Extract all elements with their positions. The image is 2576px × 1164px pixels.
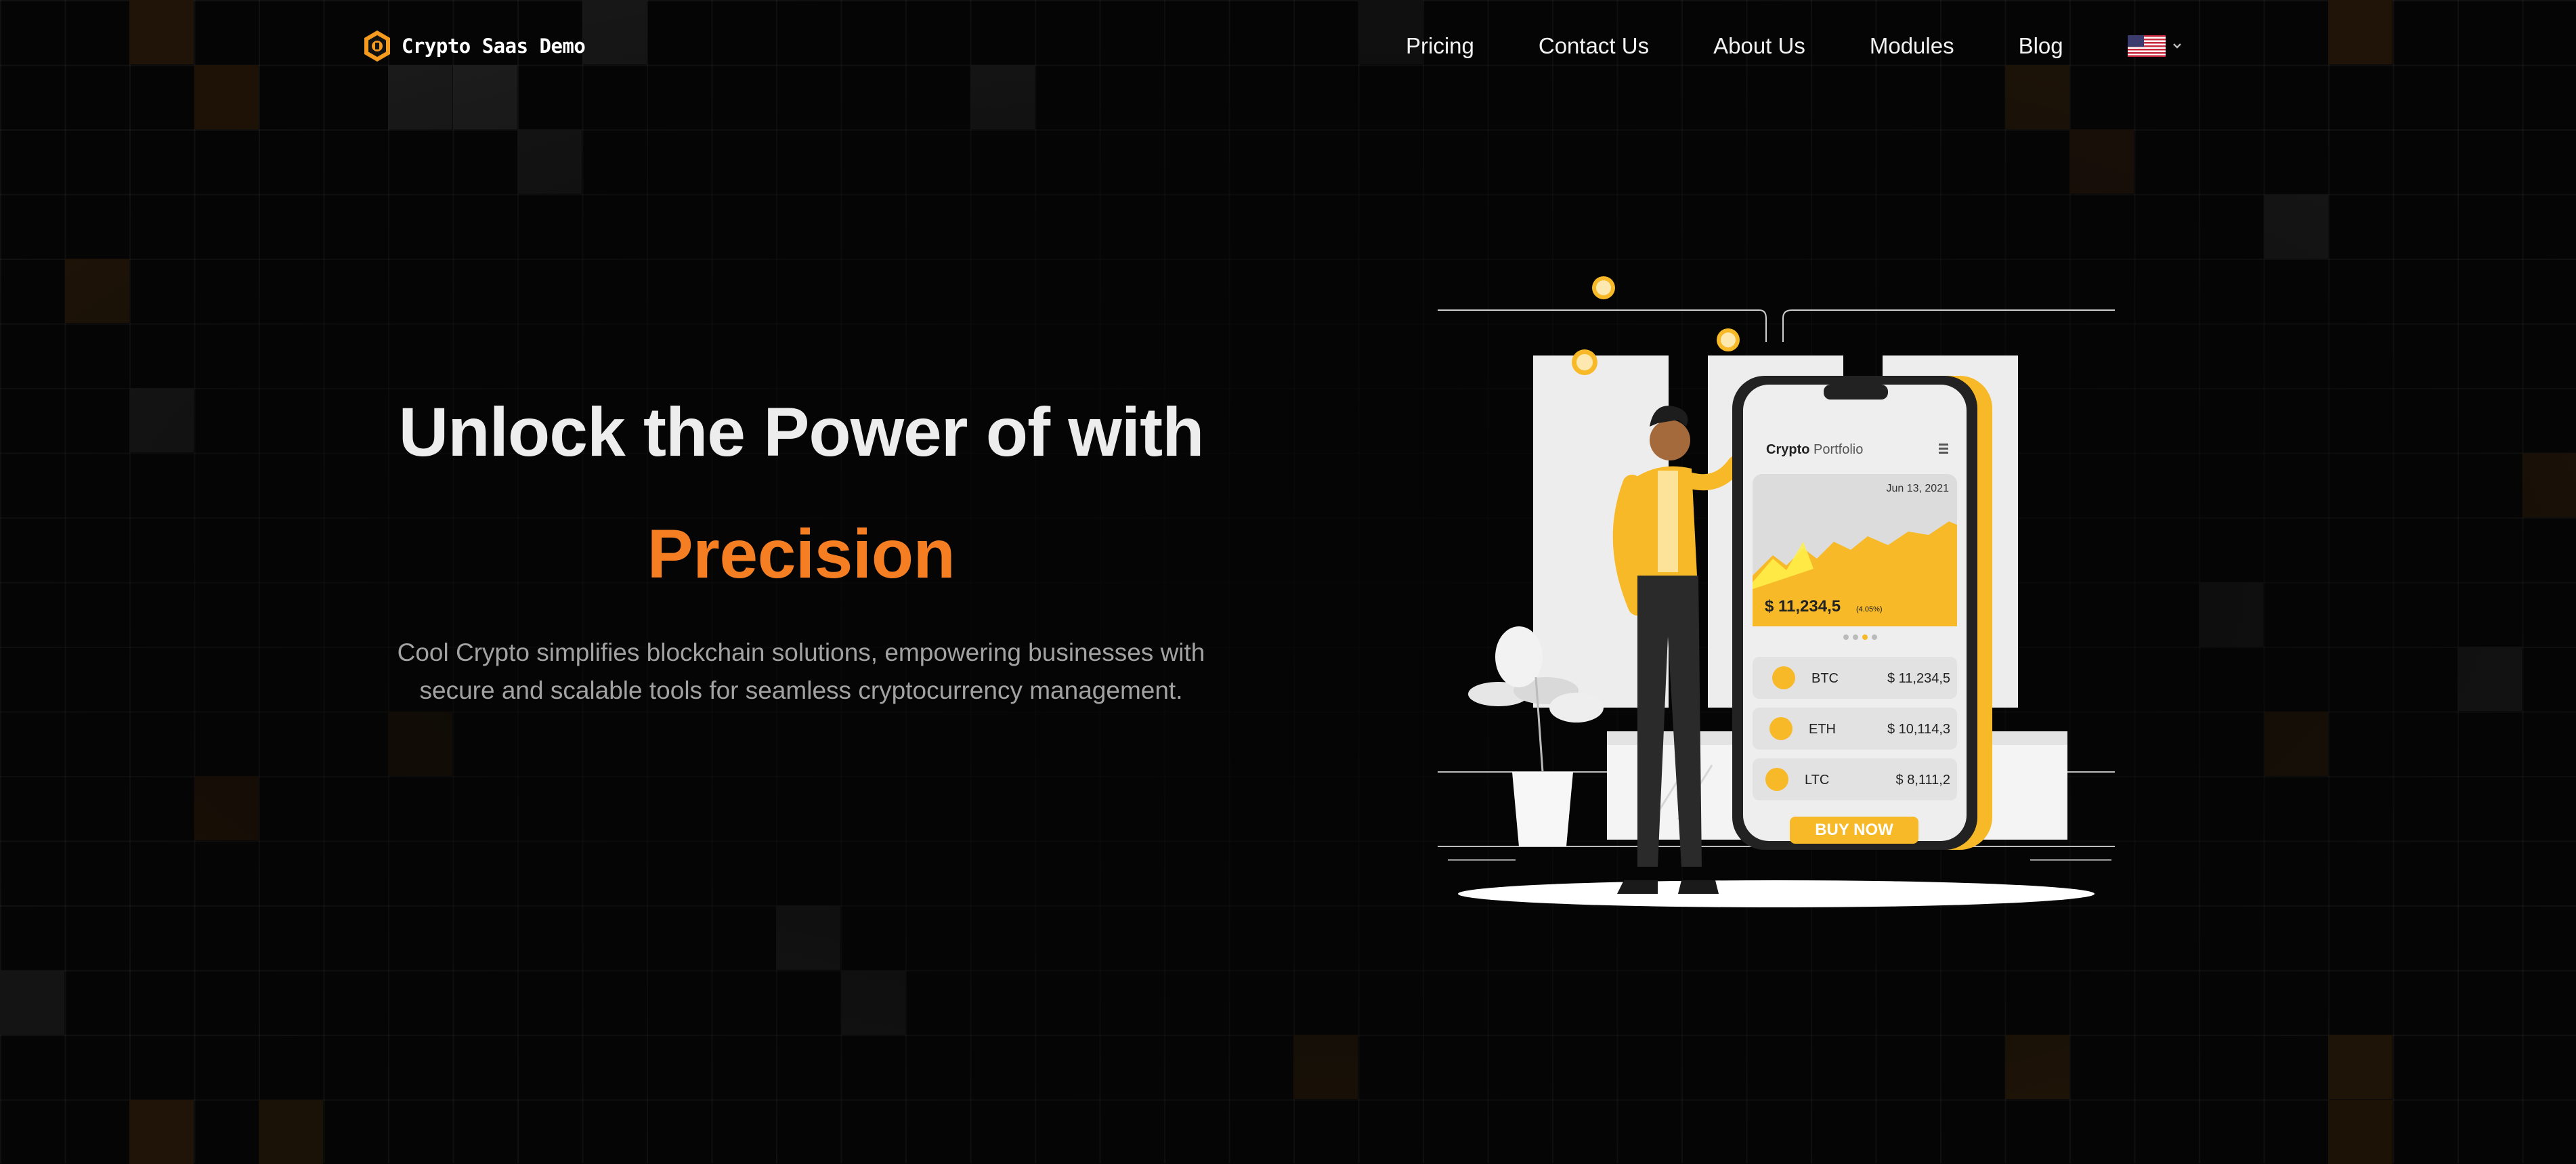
- coin-symbol-eth: ETH: [1809, 722, 1836, 737]
- hexagon-coin-icon: [362, 29, 392, 63]
- nav-link-blog[interactable]: Blog: [2019, 30, 2063, 62]
- coin-symbol-btc: BTC: [1811, 671, 1839, 686]
- coin-price-ltc: $ 8,111,2: [1896, 773, 1950, 788]
- nav-link-pricing[interactable]: Pricing: [1406, 30, 1474, 62]
- hero-accent-word: Precision: [203, 506, 1399, 601]
- chevron-down-icon: [2171, 41, 2183, 51]
- hero-subtitle: Cool Crypto simplifies blockchain soluti…: [352, 634, 1250, 710]
- coin-price-btc: $ 11,234,5: [1887, 671, 1950, 686]
- us-flag-icon: [2128, 35, 2166, 57]
- nav-link-modules[interactable]: Modules: [1870, 30, 1954, 62]
- coin-price-eth: $ 10,114,3: [1887, 722, 1950, 737]
- floor-shadow: [1458, 880, 2095, 907]
- brand-logo-link[interactable]: Crypto Saas Demo: [362, 28, 585, 64]
- hero-subtitle-line2: secure and scalable tools for seamless c…: [420, 676, 1183, 704]
- app-title: Portfolio: [1813, 442, 1863, 457]
- main-nav: Pricing Contact Us About Us Modules Blog: [1406, 30, 2183, 62]
- balance-value: $ 11,234,5: [1765, 597, 1841, 616]
- nav-link-contact-us[interactable]: Contact Us: [1539, 30, 1649, 62]
- buy-now-label: BUY NOW: [1815, 821, 1893, 839]
- hero-title: Unlock the Power of with: [203, 385, 1399, 479]
- nav-link-about-us[interactable]: About Us: [1713, 30, 1805, 62]
- balance-change: (4.05%): [1856, 605, 1883, 613]
- phone-mockup: Crypto Portfolio Jun 13, 2021 $ 11,234,5…: [1732, 376, 1992, 850]
- top-navbar: Crypto Saas Demo Pricing Contact Us Abou…: [0, 0, 2576, 95]
- crypto-portfolio-illustration: Crypto Portfolio Jun 13, 2021 $ 11,234,5…: [1434, 257, 2118, 907]
- brand-name: Crypto Saas Demo: [402, 35, 585, 58]
- hero-subtitle-line1: Cool Crypto simplifies blockchain soluti…: [398, 639, 1205, 666]
- app-title-bold: Crypto: [1766, 442, 1809, 457]
- ethereum-icon: [1769, 717, 1793, 740]
- coin-symbol-ltc: LTC: [1805, 773, 1829, 788]
- language-selector[interactable]: [2128, 35, 2183, 57]
- litecoin-icon: [1765, 768, 1788, 791]
- bitcoin-icon: [1772, 666, 1795, 689]
- chart-date: Jun 13, 2021: [1886, 483, 1949, 494]
